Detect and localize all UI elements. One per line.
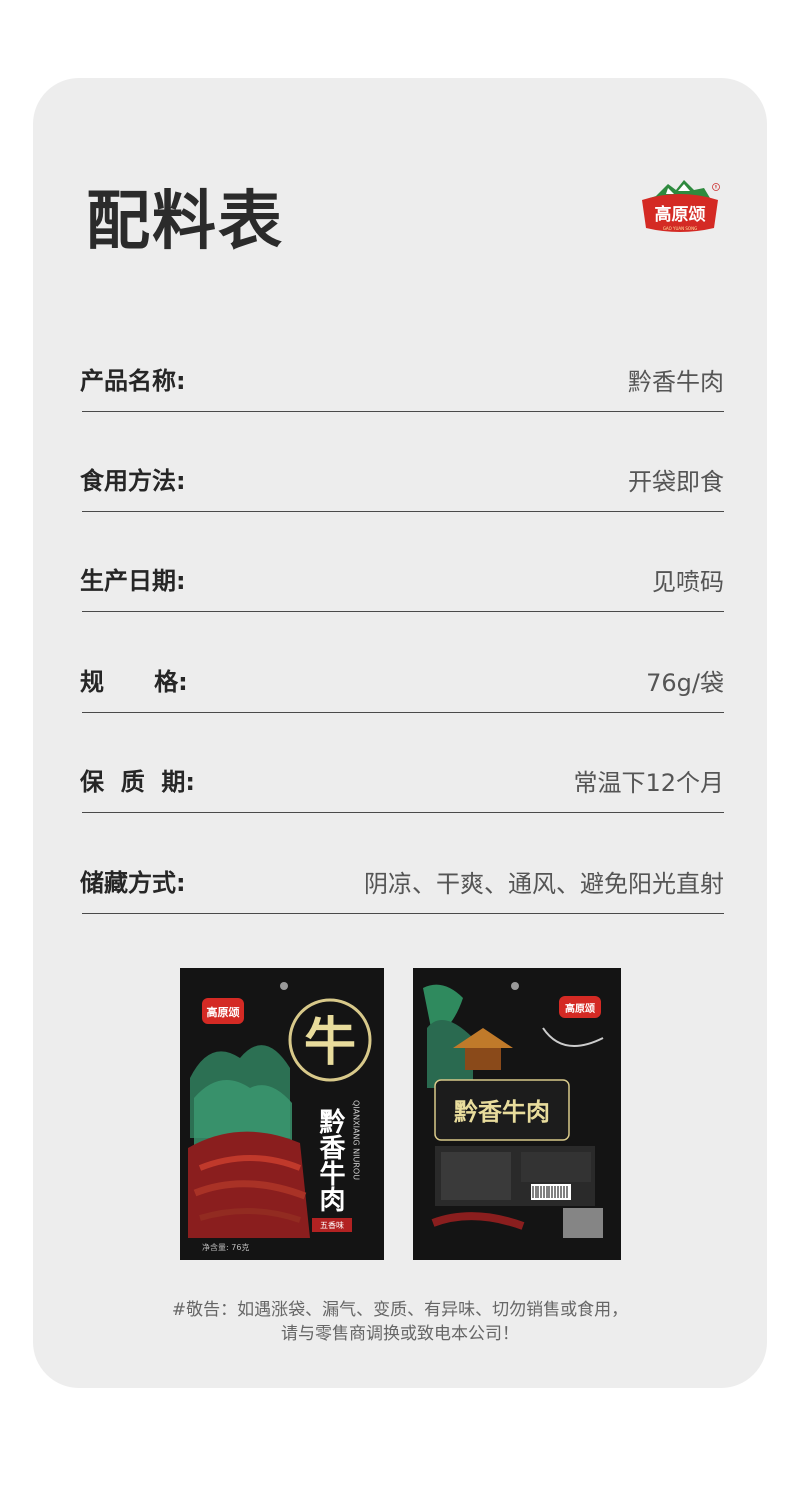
row-value: 黔香牛肉 — [628, 368, 724, 396]
row-label: 储藏方式: — [80, 869, 186, 897]
row-value: 阴凉、干爽、通风、避免阳光直射 — [364, 870, 724, 898]
row-value: 见喷码 — [652, 568, 724, 596]
package-flavor: 五香味 — [320, 1220, 344, 1230]
divider — [82, 812, 724, 813]
package-big-char: 牛 — [304, 1012, 356, 1073]
row-label: 保 质 期: — [80, 768, 196, 796]
row-shelf-life: 保 质 期: 常温下12个月 — [80, 762, 724, 862]
row-value: 常温下12个月 — [573, 769, 724, 797]
divider — [82, 511, 724, 512]
row-production-date: 生产日期: 见喷码 — [80, 561, 724, 661]
package-back-image: 高原颂 黔香牛肉 — [413, 968, 621, 1260]
package-name-vertical: 黔香牛肉 — [315, 1107, 345, 1212]
package-back-name: 黔香牛肉 — [454, 1097, 550, 1126]
package-net-weight: 净含量: 76克 — [202, 1242, 249, 1252]
row-storage: 储藏方式: 阴凉、干爽、通风、避免阳光直射 — [80, 863, 724, 963]
brand-logo: 高原颂 GAO YUAN SONG R — [642, 180, 720, 232]
package-front-image: 牛 高原颂 黔香牛肉 QIANXIANG NIUROU 五香味 净含量: 76克 — [180, 968, 384, 1260]
row-value: 开袋即食 — [628, 468, 724, 496]
package-brand: 高原颂 — [207, 1005, 240, 1019]
row-product-name: 产品名称: 黔香牛肉 — [80, 361, 724, 461]
row-spec: 规 格: 76g/袋 — [80, 662, 724, 762]
divider — [82, 712, 724, 713]
row-label: 规 格: — [80, 668, 188, 696]
divider — [82, 411, 724, 412]
svg-text:R: R — [715, 185, 718, 190]
logo-text: 高原颂 — [655, 204, 706, 225]
row-label: 食用方法: — [80, 467, 186, 495]
row-value: 76g/袋 — [646, 669, 724, 697]
divider — [82, 913, 724, 914]
row-label: 生产日期: — [80, 567, 186, 595]
package-pinyin: QIANXIANG NIUROU — [352, 1100, 361, 1180]
warning-line-1: #敬告：如遇涨袋、漏气、变质、有异味、切勿销售或食用， — [171, 1300, 629, 1320]
divider — [82, 611, 724, 612]
logo-subtext: GAO YUAN SONG — [663, 226, 697, 231]
warning-line-2: 请与零售商调换或致电本公司！ — [281, 1324, 519, 1344]
row-usage: 食用方法: 开袋即食 — [80, 461, 724, 561]
page-title: 配料表 — [86, 185, 284, 259]
row-label: 产品名称: — [80, 367, 186, 395]
package-back-brand: 高原颂 — [565, 1002, 595, 1015]
